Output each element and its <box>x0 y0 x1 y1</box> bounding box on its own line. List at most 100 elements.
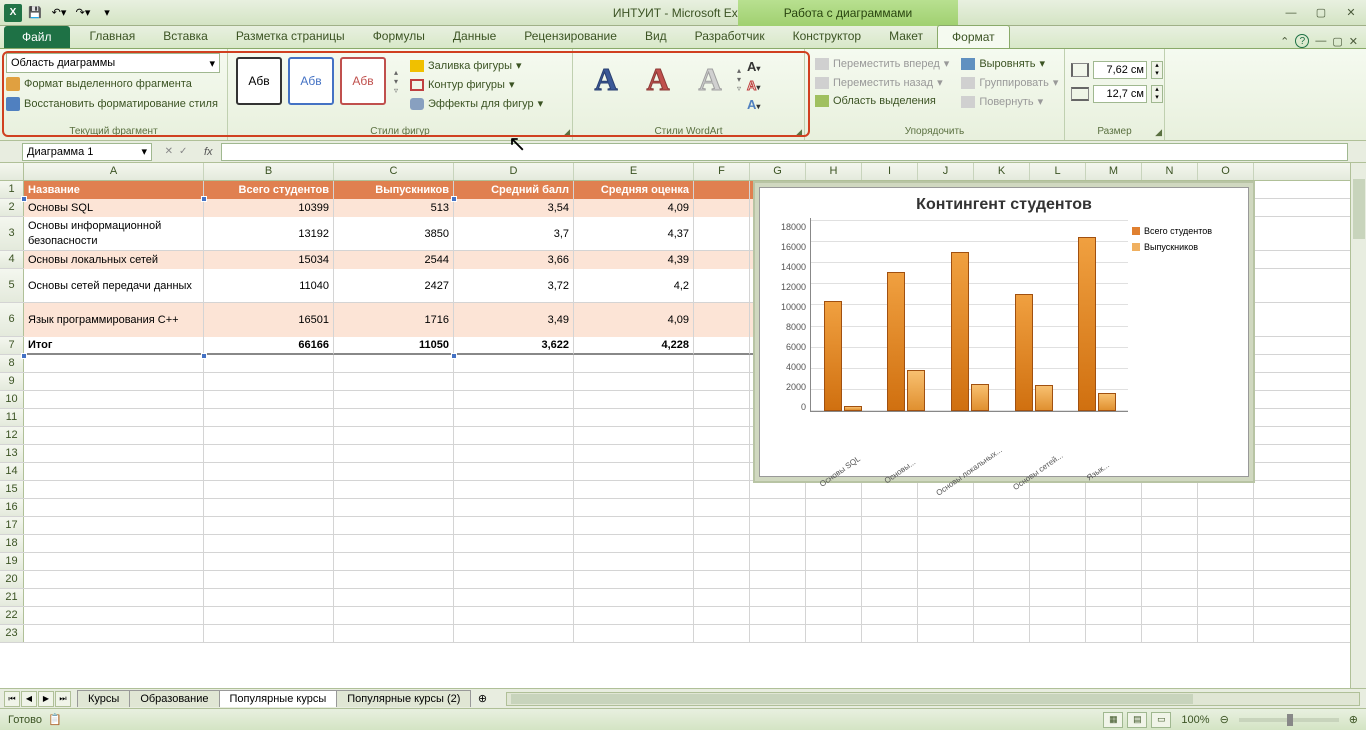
save-icon[interactable]: 💾 <box>24 3 46 23</box>
name-box[interactable]: Диаграмма 1▾ <box>22 143 152 161</box>
cell[interactable] <box>24 571 204 589</box>
cell[interactable] <box>24 589 204 607</box>
cell[interactable] <box>806 553 862 571</box>
cell[interactable] <box>454 499 574 517</box>
cell[interactable] <box>918 589 974 607</box>
cell[interactable] <box>918 571 974 589</box>
row-header[interactable]: 3 <box>0 217 24 250</box>
cell[interactable]: 2427 <box>334 269 454 303</box>
cell[interactable] <box>694 517 750 535</box>
cell[interactable] <box>334 409 454 427</box>
shape-style-preset-1[interactable]: Абв <box>236 57 282 105</box>
cell[interactable] <box>1198 571 1254 589</box>
row-header[interactable]: 21 <box>0 589 24 606</box>
row-header[interactable]: 16 <box>0 499 24 516</box>
send-backward-button[interactable]: Переместить назад ▾ <box>811 74 953 91</box>
sheet-next-button[interactable]: ▶ <box>38 691 54 707</box>
wordart-gallery-expand[interactable]: ▴▾▿ <box>737 55 741 103</box>
tab-конструктор[interactable]: Конструктор <box>779 25 875 48</box>
cell[interactable] <box>204 373 334 391</box>
dialog-launcher-icon[interactable]: ◢ <box>795 127 802 138</box>
cell[interactable] <box>694 499 750 517</box>
cell[interactable] <box>204 589 334 607</box>
row-header[interactable]: 23 <box>0 625 24 642</box>
cell[interactable]: 11040 <box>204 269 334 303</box>
column-header[interactable]: B <box>204 163 334 180</box>
cell[interactable] <box>1198 553 1254 571</box>
sheet-prev-button[interactable]: ◀ <box>21 691 37 707</box>
cell[interactable] <box>24 535 204 553</box>
text-outline-button[interactable]: A▾ <box>747 78 760 93</box>
shape-effects-button[interactable]: Эффекты для фигур ▾ <box>406 95 547 112</box>
cell[interactable] <box>750 517 806 535</box>
cell[interactable] <box>24 499 204 517</box>
cell[interactable] <box>1030 589 1086 607</box>
cell[interactable] <box>694 303 750 337</box>
cell[interactable] <box>974 607 1030 625</box>
chart-legend[interactable]: Всего студентов Выпускников <box>1128 218 1248 448</box>
row-header[interactable]: 7 <box>0 337 24 354</box>
cell[interactable] <box>454 373 574 391</box>
cell[interactable]: Основы SQL <box>24 199 204 217</box>
cell[interactable] <box>204 553 334 571</box>
doc-minimize-icon[interactable]: — <box>1315 35 1326 47</box>
cell[interactable] <box>1030 553 1086 571</box>
chart-bar[interactable] <box>887 272 905 411</box>
undo-icon[interactable]: ↶▾ <box>48 3 70 23</box>
chart-bar[interactable] <box>907 370 925 411</box>
cell[interactable]: Основы информационной безопасности <box>24 217 204 251</box>
cell[interactable] <box>750 499 806 517</box>
cell[interactable] <box>204 517 334 535</box>
tab-разработчик[interactable]: Разработчик <box>681 25 779 48</box>
cell[interactable] <box>24 481 204 499</box>
cell[interactable] <box>974 625 1030 643</box>
cell[interactable] <box>750 571 806 589</box>
cell[interactable] <box>806 607 862 625</box>
cell[interactable] <box>24 463 204 481</box>
cell[interactable] <box>750 625 806 643</box>
column-header[interactable]: K <box>974 163 1030 180</box>
sheet-tab[interactable]: Образование <box>129 690 219 707</box>
selection-handle[interactable] <box>201 196 207 202</box>
cell[interactable] <box>204 535 334 553</box>
cell[interactable] <box>1086 625 1142 643</box>
qat-customize-icon[interactable]: ▾ <box>96 3 118 23</box>
cell[interactable]: 4,09 <box>574 303 694 337</box>
column-header[interactable]: L <box>1030 163 1086 180</box>
zoom-in-button[interactable]: ⊕ <box>1349 713 1358 726</box>
tab-вставка[interactable]: Вставка <box>149 25 222 48</box>
cell[interactable]: 3,622 <box>454 337 574 355</box>
tab-разметка страницы[interactable]: Разметка страницы <box>222 25 359 48</box>
column-header[interactable]: A <box>24 163 204 180</box>
cell[interactable]: 3,66 <box>454 251 574 269</box>
new-sheet-button[interactable]: ⊕ <box>470 692 494 705</box>
column-header[interactable]: J <box>918 163 974 180</box>
cell[interactable] <box>1086 481 1142 499</box>
cell[interactable] <box>694 427 750 445</box>
cell[interactable] <box>24 409 204 427</box>
reset-style-button[interactable]: Восстановить форматирование стиля <box>6 95 224 113</box>
cell[interactable] <box>694 181 750 199</box>
cell[interactable] <box>694 199 750 217</box>
cell[interactable] <box>574 445 694 463</box>
cell[interactable] <box>694 535 750 553</box>
cell[interactable] <box>574 499 694 517</box>
cell[interactable] <box>750 535 806 553</box>
align-button[interactable]: Выровнять ▾ <box>957 55 1062 72</box>
cell[interactable] <box>918 517 974 535</box>
cell[interactable] <box>806 499 862 517</box>
cell[interactable]: 1716 <box>334 303 454 337</box>
cell[interactable]: 4,37 <box>574 217 694 251</box>
cell[interactable] <box>862 535 918 553</box>
minimize-ribbon-icon[interactable]: ⌃ <box>1280 35 1289 48</box>
formula-input[interactable] <box>221 143 1348 161</box>
cell[interactable]: 2544 <box>334 251 454 269</box>
cell[interactable]: 4,09 <box>574 199 694 217</box>
column-header[interactable]: O <box>1198 163 1254 180</box>
cell[interactable]: Средний балл <box>454 181 574 199</box>
cell[interactable] <box>694 409 750 427</box>
bring-forward-button[interactable]: Переместить вперед ▾ <box>811 55 953 72</box>
cell[interactable] <box>1086 607 1142 625</box>
minimize-button[interactable]: — <box>1280 4 1302 22</box>
row-header[interactable]: 13 <box>0 445 24 462</box>
